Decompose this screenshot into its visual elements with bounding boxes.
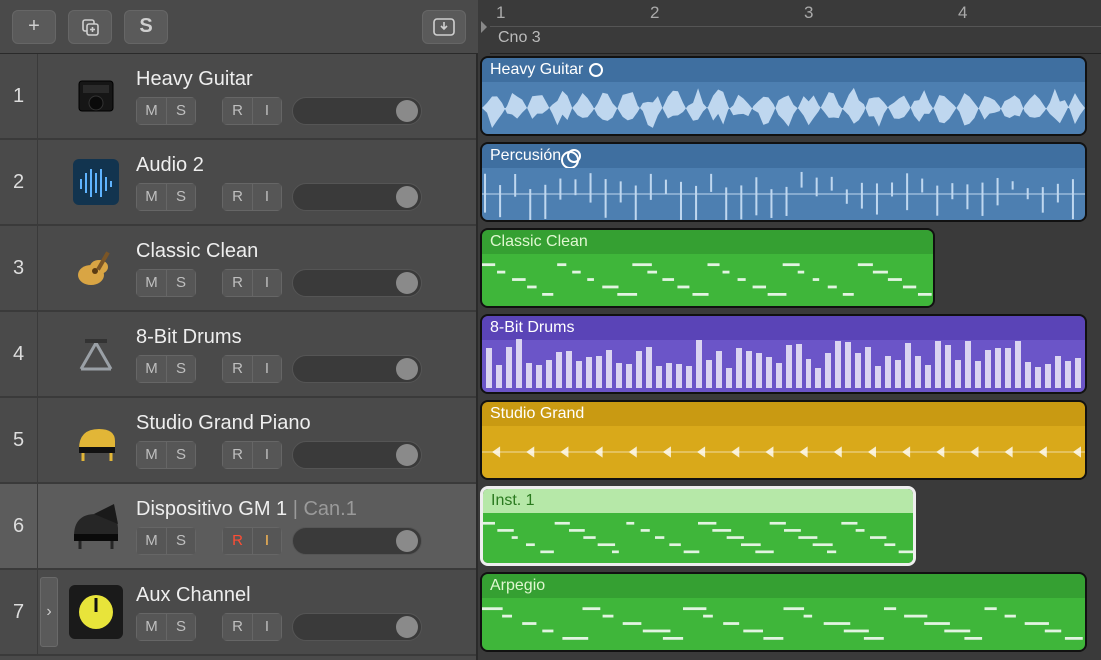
- track-header[interactable]: 2 Audio 2 M S R I: [0, 140, 476, 226]
- mute-button[interactable]: M: [136, 613, 166, 641]
- track-number: 3: [0, 226, 38, 310]
- track-icon[interactable]: [60, 312, 132, 396]
- track-header[interactable]: 4 8-Bit Drums M S R I: [0, 312, 476, 398]
- track-header[interactable]: 3 Classic Clean M S R I: [0, 226, 476, 312]
- track-name[interactable]: Aux Channel: [136, 584, 468, 607]
- mute-button[interactable]: M: [136, 97, 166, 125]
- ruler-tick: 2: [650, 3, 659, 23]
- region-label: Inst. 1: [483, 489, 913, 513]
- track-header[interactable]: 6 Dispositivo GM 1 | Can.1 M S R I: [0, 484, 476, 570]
- ruler-tick: 1: [496, 3, 505, 23]
- mute-button[interactable]: M: [136, 527, 166, 555]
- region-label: 8-Bit Drums: [482, 316, 1085, 340]
- record-enable-button[interactable]: R: [222, 183, 252, 211]
- solo-button[interactable]: S: [166, 269, 196, 297]
- loop-icon: [589, 63, 603, 77]
- download-icon: [433, 18, 455, 36]
- loop-icon: [567, 149, 581, 163]
- track-name[interactable]: Classic Clean: [136, 240, 468, 263]
- region[interactable]: Studio Grand: [480, 400, 1087, 480]
- track-icon[interactable]: [60, 570, 132, 654]
- timeline-ruler[interactable]: 1 2 3 4 Cno 3: [490, 0, 1101, 54]
- region[interactable]: 8-Bit Drums: [480, 314, 1087, 394]
- divider-handle[interactable]: [478, 0, 490, 54]
- record-enable-button[interactable]: R: [222, 355, 252, 383]
- mute-button[interactable]: M: [136, 269, 166, 297]
- input-monitor-button[interactable]: I: [252, 613, 282, 641]
- solo-button[interactable]: S: [166, 97, 196, 125]
- region-label: Percusión: [482, 144, 1085, 168]
- solo-button[interactable]: S: [166, 527, 196, 555]
- volume-slider[interactable]: [292, 527, 422, 555]
- track-name[interactable]: Studio Grand Piano: [136, 412, 468, 435]
- solo-button[interactable]: S: [166, 613, 196, 641]
- track-name[interactable]: Audio 2: [136, 154, 468, 177]
- track-name[interactable]: 8-Bit Drums: [136, 326, 468, 349]
- add-track-button[interactable]: +: [12, 10, 56, 44]
- region[interactable]: Arpegio: [480, 572, 1087, 652]
- track-icon[interactable]: [60, 484, 132, 568]
- region[interactable]: Percusión: [480, 142, 1087, 222]
- track-number: 5: [0, 398, 38, 482]
- catch-playhead-button[interactable]: [422, 10, 466, 44]
- mute-button[interactable]: M: [136, 441, 166, 469]
- track-number: 2: [0, 140, 38, 224]
- volume-slider[interactable]: [292, 441, 422, 469]
- volume-slider[interactable]: [292, 269, 422, 297]
- input-monitor-button[interactable]: I: [252, 183, 282, 211]
- ruler-tick: 3: [804, 3, 813, 23]
- volume-slider[interactable]: [292, 183, 422, 211]
- region-label: Heavy Guitar: [482, 58, 1085, 82]
- track-header[interactable]: 1 Heavy Guitar M S R I: [0, 54, 476, 140]
- volume-slider[interactable]: [292, 97, 422, 125]
- track-name[interactable]: Dispositivo GM 1 | Can.1: [136, 498, 468, 521]
- volume-slider[interactable]: [292, 613, 422, 641]
- mute-button[interactable]: M: [136, 183, 166, 211]
- track-header[interactable]: 5 Studio Grand Piano M S R I: [0, 398, 476, 484]
- track-number: 1: [0, 54, 38, 138]
- duplicate-icon: [80, 17, 100, 37]
- track-toolbar: + S: [0, 0, 478, 54]
- duplicate-track-button[interactable]: [68, 10, 112, 44]
- mute-button[interactable]: M: [136, 355, 166, 383]
- solo-button[interactable]: S: [166, 183, 196, 211]
- region[interactable]: Classic Clean: [480, 228, 935, 308]
- input-monitor-button[interactable]: I: [252, 269, 282, 297]
- region-label: Classic Clean: [482, 230, 933, 254]
- expand-track-button[interactable]: ›: [40, 577, 58, 647]
- record-enable-button[interactable]: R: [222, 527, 252, 555]
- track-icon[interactable]: [60, 398, 132, 482]
- record-enable-button[interactable]: R: [222, 441, 252, 469]
- input-monitor-button[interactable]: I: [252, 97, 282, 125]
- track-name[interactable]: Heavy Guitar: [136, 68, 468, 91]
- track-number: 6: [0, 484, 38, 568]
- record-enable-button[interactable]: R: [222, 613, 252, 641]
- region-label: Arpegio: [482, 574, 1085, 598]
- volume-slider[interactable]: [292, 355, 422, 383]
- region-label: Studio Grand: [482, 402, 1085, 426]
- input-monitor-button[interactable]: I: [252, 441, 282, 469]
- global-solo-button[interactable]: S: [124, 10, 168, 44]
- solo-button[interactable]: S: [166, 441, 196, 469]
- ruler-tick: 4: [958, 3, 967, 23]
- input-monitor-button[interactable]: I: [252, 527, 282, 555]
- input-monitor-button[interactable]: I: [252, 355, 282, 383]
- track-icon[interactable]: [60, 226, 132, 310]
- track-icon[interactable]: [60, 54, 132, 138]
- track-number: 7: [0, 570, 38, 654]
- region[interactable]: Inst. 1: [480, 486, 916, 566]
- solo-button[interactable]: S: [166, 355, 196, 383]
- track-icon[interactable]: [60, 140, 132, 224]
- record-enable-button[interactable]: R: [222, 97, 252, 125]
- track-header[interactable]: 7 › Aux Channel M S R I: [0, 570, 476, 656]
- record-enable-button[interactable]: R: [222, 269, 252, 297]
- region[interactable]: Heavy Guitar: [480, 56, 1087, 136]
- arrangement-marker[interactable]: Cno 3: [490, 27, 549, 49]
- track-number: 4: [0, 312, 38, 396]
